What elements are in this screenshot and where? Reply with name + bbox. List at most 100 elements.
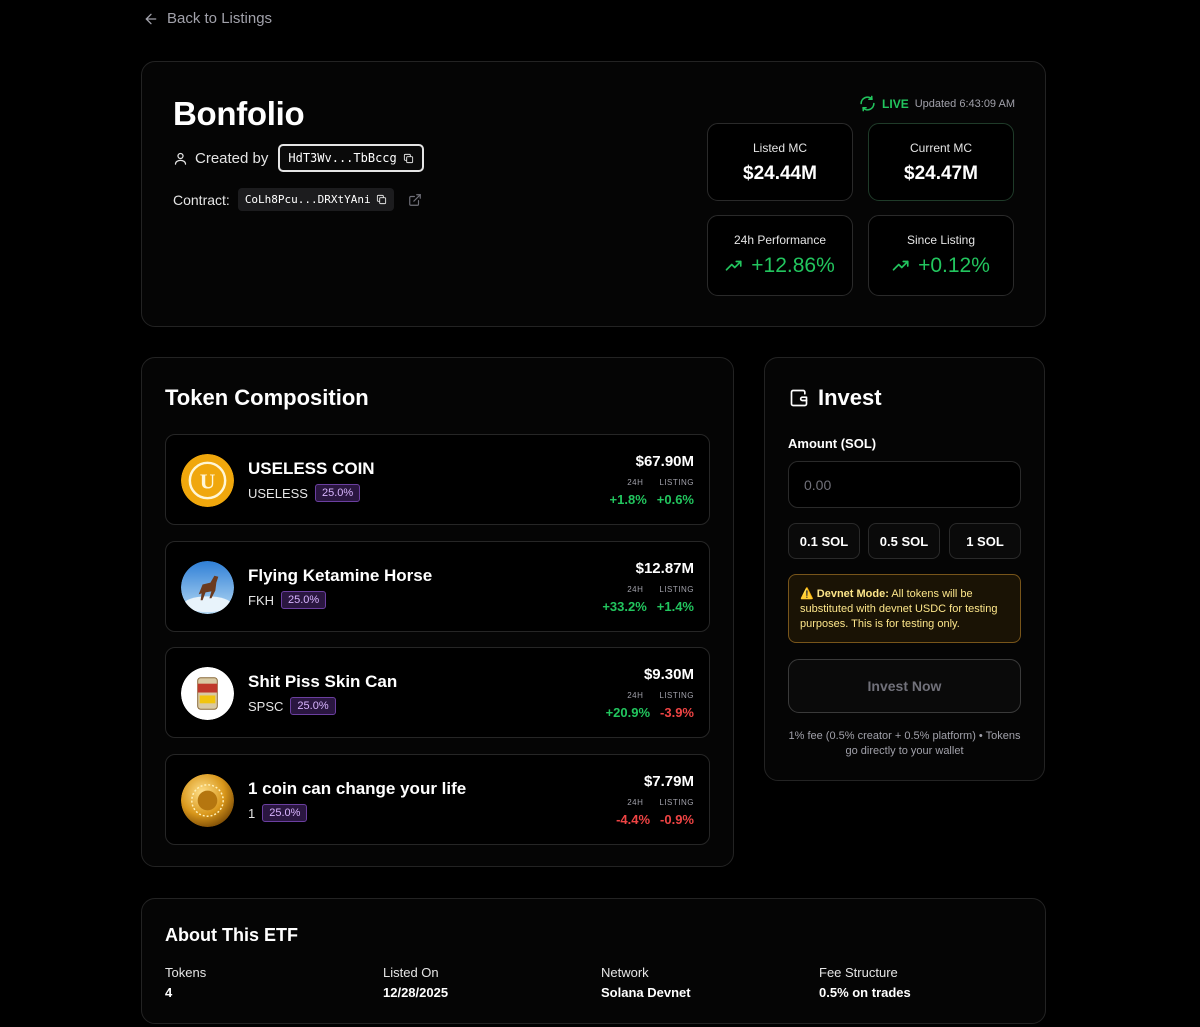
token-symbol: 1 bbox=[248, 805, 256, 821]
token-weight-badge: 25.0% bbox=[290, 697, 336, 715]
token-price: $9.30M bbox=[643, 666, 694, 683]
invest-heading: Invest bbox=[789, 385, 882, 411]
network-value: Solana Devnet bbox=[601, 985, 691, 1000]
quick-amount-0-1-button[interactable]: 0.1 SOL bbox=[788, 523, 860, 559]
token-change-24h: -4.4% bbox=[616, 812, 651, 827]
current-mc-card: Current MC $24.47M bbox=[868, 123, 1014, 201]
composition-title: Token Composition bbox=[165, 385, 369, 410]
current-mc-value: $24.47M bbox=[904, 163, 978, 184]
token-symbol: FKH bbox=[248, 592, 274, 608]
token-row-1[interactable]: 1 coin can change your life 1 25.0% $7.7… bbox=[165, 754, 710, 845]
since-listing-row: +0.12% bbox=[869, 254, 1013, 278]
token-price: $7.79M bbox=[643, 773, 694, 790]
quick-amount-1-button[interactable]: 1 SOL bbox=[949, 523, 1021, 559]
trending-up-icon bbox=[892, 260, 909, 271]
perf-24h-value: +12.86% bbox=[751, 254, 835, 277]
about-tokens: Tokens 4 bbox=[165, 965, 206, 1000]
creator-address-copy[interactable]: HdT3Wv...TbBccg bbox=[278, 144, 424, 172]
token-name: 1 coin can change your life bbox=[248, 779, 467, 798]
token-change-24h: +20.9% bbox=[605, 705, 651, 720]
updated-time: Updated 6:43:09 AM bbox=[914, 97, 1015, 110]
token-composition-card: Token Composition U USELESS COIN USELESS… bbox=[141, 357, 734, 867]
wallet-icon bbox=[790, 389, 808, 407]
useless-coin-logo: U bbox=[181, 454, 234, 507]
token-price: $12.87M bbox=[635, 560, 694, 577]
token-change-listing: -3.9% bbox=[660, 705, 694, 720]
listed-mc-value: $24.44M bbox=[743, 163, 817, 184]
user-icon bbox=[174, 152, 187, 165]
creator-address: HdT3Wv...TbBccg bbox=[288, 151, 397, 165]
token-price: $67.90M bbox=[635, 453, 694, 470]
col-listing-label: LISTING bbox=[659, 691, 694, 700]
token-name: USELESS COIN bbox=[248, 459, 375, 478]
token-row-spsc[interactable]: Shit Piss Skin Can SPSC 25.0% $9.30M 24H… bbox=[165, 647, 710, 738]
refresh-icon bbox=[860, 95, 875, 112]
trending-up-icon bbox=[725, 260, 742, 271]
about-network: Network Solana Devnet bbox=[601, 965, 691, 1000]
contract-address-copy[interactable]: CoLh8Pcu...DRXtYAni bbox=[237, 188, 394, 211]
flying-horse-logo bbox=[181, 561, 234, 614]
copy-icon bbox=[376, 194, 386, 205]
listed-on-value: 12/28/2025 bbox=[383, 985, 449, 1000]
created-by-label: Created by bbox=[195, 149, 269, 167]
about-fee-structure: Fee Structure 0.5% on trades bbox=[819, 965, 911, 1000]
col-24h-label: 24H bbox=[627, 585, 644, 594]
quick-amount-0-5-button[interactable]: 0.5 SOL bbox=[868, 523, 940, 559]
about-listed-on: Listed On 12/28/2025 bbox=[383, 965, 448, 1000]
network-label: Network bbox=[601, 965, 649, 980]
invest-now-button[interactable]: Invest Now bbox=[788, 659, 1021, 713]
contract-row: Contract: CoLh8Pcu...DRXtYAni bbox=[173, 188, 422, 211]
back-to-listings-link[interactable]: Back to Listings bbox=[143, 10, 272, 27]
tokens-label: Tokens bbox=[165, 965, 207, 980]
col-24h-label: 24H bbox=[627, 478, 644, 487]
token-change-24h: +33.2% bbox=[602, 599, 647, 614]
arrow-left-icon bbox=[145, 13, 157, 24]
invest-title: Invest bbox=[818, 385, 882, 410]
fee-structure-label: Fee Structure bbox=[819, 965, 898, 980]
listed-mc-label: Listed MC bbox=[752, 141, 808, 155]
token-name: Shit Piss Skin Can bbox=[248, 672, 398, 691]
current-mc-label: Current MC bbox=[909, 141, 972, 155]
token-row-useless[interactable]: U USELESS COIN USELESS 25.0% $67.90M 24H… bbox=[165, 434, 710, 525]
token-weight-badge: 25.0% bbox=[281, 591, 327, 609]
etf-header-card: Bonfolio Created by HdT3Wv...TbBccg Cont… bbox=[141, 61, 1046, 327]
col-listing-label: LISTING bbox=[659, 798, 694, 807]
contract-address: CoLh8Pcu...DRXtYAni bbox=[244, 193, 371, 206]
listed-mc-card: Listed MC $24.44M bbox=[707, 123, 853, 201]
listed-on-label: Listed On bbox=[383, 965, 439, 980]
token-name: Flying Ketamine Horse bbox=[248, 566, 433, 585]
live-label: LIVE bbox=[882, 96, 909, 111]
amount-input[interactable] bbox=[788, 461, 1021, 508]
tokens-value: 4 bbox=[165, 985, 173, 1000]
col-24h-label: 24H bbox=[627, 691, 644, 700]
fee-structure-value: 0.5% on trades bbox=[819, 985, 911, 1000]
gold-coin-logo bbox=[181, 774, 234, 827]
external-link-icon[interactable] bbox=[408, 193, 422, 207]
back-label: Back to Listings bbox=[167, 10, 273, 27]
token-symbol: USELESS bbox=[248, 485, 308, 501]
col-listing-label: LISTING bbox=[659, 585, 694, 594]
token-weight-badge: 25.0% bbox=[314, 484, 361, 502]
amount-label: Amount (SOL) bbox=[788, 436, 877, 451]
perf-24h-card: 24h Performance +12.86% bbox=[707, 215, 853, 296]
about-title: About This ETF bbox=[165, 925, 298, 945]
token-change-listing: +0.6% bbox=[656, 492, 694, 507]
token-change-listing: -0.9% bbox=[660, 812, 694, 827]
about-etf-card: About This ETF Tokens 4 Listed On 12/28/… bbox=[141, 898, 1046, 1024]
token-change-24h: +1.8% bbox=[609, 492, 647, 507]
token-weight-badge: 25.0% bbox=[262, 804, 308, 822]
creator-row: Created by HdT3Wv...TbBccg bbox=[173, 144, 424, 172]
since-listing-card: Since Listing +0.12% bbox=[868, 215, 1014, 296]
copy-icon bbox=[403, 153, 413, 163]
since-listing-value: +0.12% bbox=[918, 254, 990, 277]
token-change-listing: +1.4% bbox=[656, 599, 694, 614]
warning-icon: ⚠️ bbox=[800, 588, 814, 600]
token-row-fkh[interactable]: Flying Ketamine Horse FKH 25.0% $12.87M … bbox=[165, 541, 710, 632]
col-24h-label: 24H bbox=[627, 798, 644, 807]
devnet-warning: ⚠️ Devnet Mode: All tokens will be subst… bbox=[788, 574, 1021, 643]
since-listing-label: Since Listing bbox=[906, 233, 976, 247]
token-symbol: SPSC bbox=[248, 698, 284, 714]
invest-card: Invest Amount (SOL) 0.1 SOL 0.5 SOL 1 SO… bbox=[764, 357, 1045, 781]
contract-label: Contract: bbox=[173, 191, 230, 208]
etf-title: Bonfolio bbox=[173, 95, 305, 132]
